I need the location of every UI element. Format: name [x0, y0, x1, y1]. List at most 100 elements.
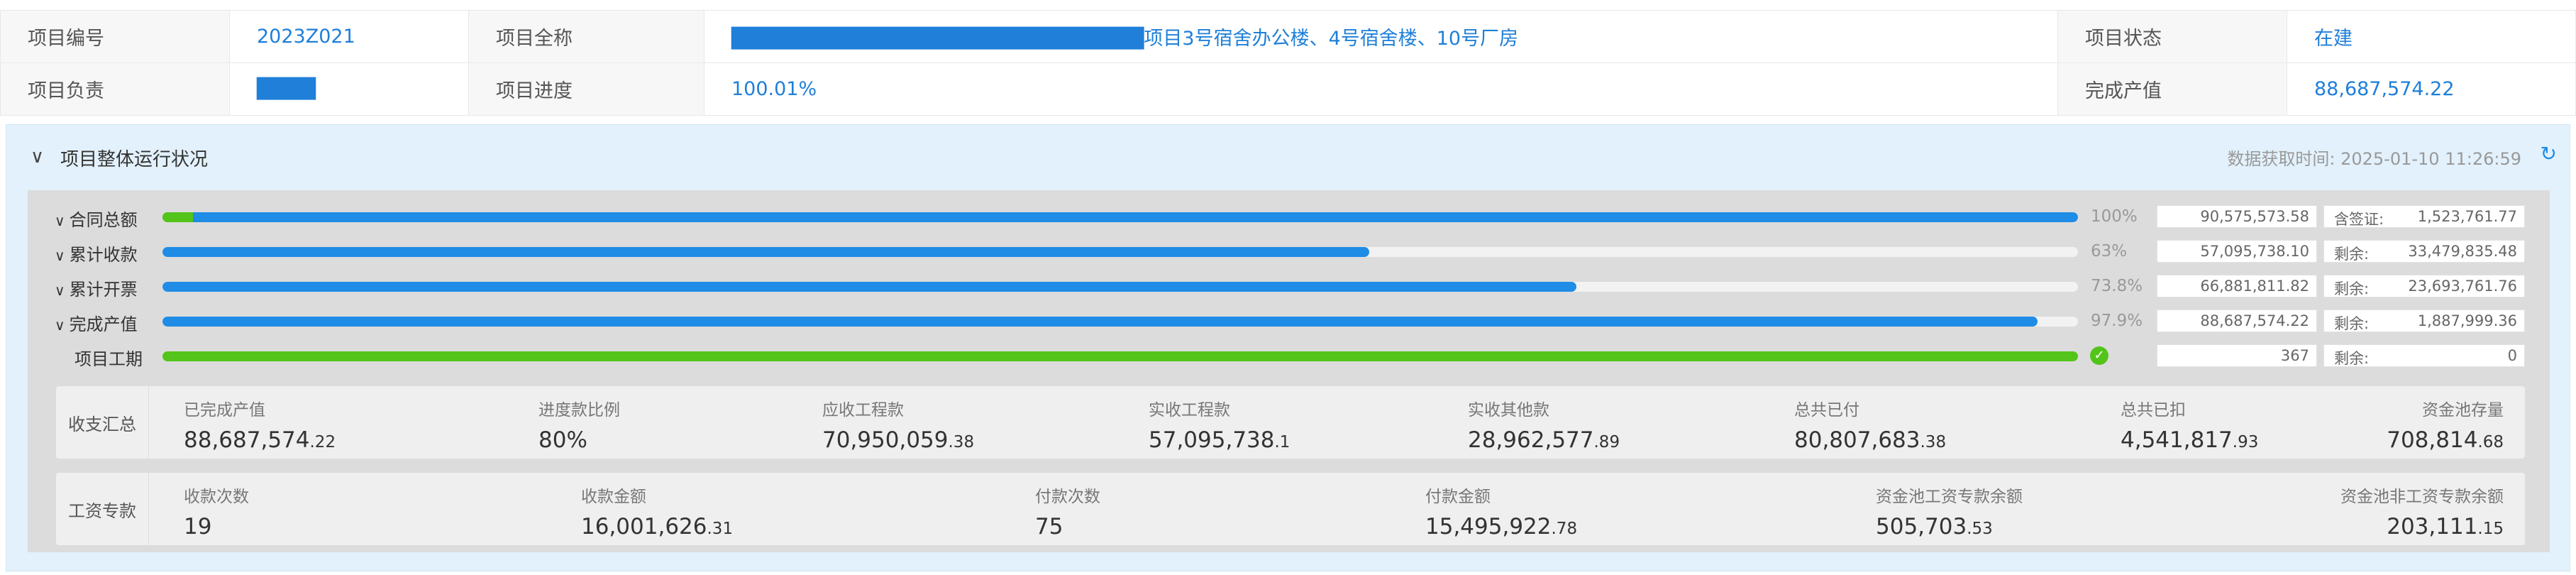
row-side-amount: 0	[2507, 347, 2517, 364]
project-code-value[interactable]: 2023Z021	[229, 10, 469, 63]
metric: 收款金额 16,001,626.31	[581, 483, 733, 540]
row-label-text: 完成产值	[69, 314, 138, 334]
metric-label: 总共已扣	[2121, 401, 2186, 420]
row-side-value: 剩余: 33,479,835.48	[2323, 240, 2525, 263]
metric: 付款次数 75	[1035, 483, 1100, 540]
metric-value-dec: .53	[1967, 520, 1993, 538]
metric-value-dec: .15	[2477, 520, 2504, 538]
metric-value-dec: .68	[2477, 433, 2504, 451]
row-side-value: 剩余: 23,693,761.76	[2323, 275, 2525, 297]
chevron-down-icon[interactable]: ∨	[55, 317, 65, 334]
panel-title: 项目整体运行状况	[60, 149, 209, 170]
row-side-value: 剩余: 0	[2323, 344, 2525, 367]
row-label: 项目工期	[74, 345, 143, 370]
project-progress-label: 项目进度	[468, 62, 704, 116]
metric-value-int: 19	[184, 514, 212, 540]
fetch-time: 数据获取时间: 2025-01-10 11:26:59	[2227, 149, 2521, 169]
row-total-value: 367	[2157, 344, 2317, 367]
progress-fill	[162, 212, 2078, 222]
completed-output-value: 88,687,574.22	[2287, 62, 2576, 116]
row-label-text: 累计开票	[69, 280, 138, 300]
metric-value-int: 505,703	[1876, 514, 1967, 540]
metric-value-dec: .31	[707, 520, 734, 538]
metric-label: 应收工程款	[822, 401, 904, 420]
income-summary: 收支汇总 已完成产值 88,687,574.22 进度款比例 80% 应收工程款 70,95…	[56, 386, 2525, 459]
refresh-icon[interactable]: ↻	[2541, 142, 2557, 165]
metric-value-int: 80,807,683	[1794, 427, 1920, 453]
panel-header[interactable]: ∨ 项目整体运行状况 数据获取时间: 2025-01-10 11:26:59 ↻	[6, 125, 2570, 187]
metric-value: 19	[184, 514, 249, 540]
metric-value: 75	[1035, 514, 1100, 540]
wage-account-title: 工资专款	[56, 473, 149, 545]
metric-value-int: 75	[1035, 514, 1063, 540]
progress-fill	[162, 351, 2078, 361]
metric-value-dec: .1	[1274, 433, 1290, 451]
metric-value: 70,950,059.38	[822, 427, 974, 453]
metric: 总共已付 80,807,683.38	[1794, 396, 1946, 453]
metric-value-int: 15,495,922	[1425, 514, 1552, 540]
project-name-value[interactable]: ████████████████████████████项目3号宿舍办公楼、4号…	[704, 10, 2058, 63]
project-manager-value[interactable]: ████	[229, 62, 469, 116]
row-label[interactable]: ∨ 合同总额	[55, 206, 138, 231]
project-info-table: 项目编号 2023Z021 项目全称 █████████████████████…	[0, 10, 2576, 116]
metric: 已完成产值 88,687,574.22	[184, 396, 336, 453]
metric-label: 付款金额	[1425, 488, 1491, 506]
metric-label: 总共已付	[1794, 401, 1859, 420]
metric-label: 实收工程款	[1149, 401, 1230, 420]
chevron-down-icon[interactable]: ∨	[55, 282, 65, 299]
metric-value-dec: .22	[309, 433, 336, 451]
metric-value-int: 16,001,626	[581, 514, 707, 540]
metric-value: 88,687,574.22	[184, 427, 336, 453]
metric-value: 57,095,738.1	[1149, 427, 1290, 453]
check-circle-icon: ✓	[2090, 346, 2108, 365]
row-label-text: 累计收款	[69, 245, 138, 265]
project-name-label: 项目全称	[468, 10, 704, 63]
metric-label: 资金池非工资专款余额	[2340, 488, 2504, 506]
progress-percent: 63%	[2091, 242, 2128, 261]
metric-value-dec: .89	[1593, 433, 1620, 451]
metric-label: 收款次数	[184, 488, 249, 506]
row-side-value: 含签证: 1,523,761.77	[2323, 205, 2525, 228]
metric-value-int: 708,814	[2387, 427, 2478, 453]
metric-label: 资金池存量	[2422, 401, 2504, 420]
metric-value-dec: .93	[2232, 433, 2259, 451]
metric-label: 资金池工资专款余额	[1876, 488, 2023, 506]
row-side-amount: 23,693,761.76	[2408, 278, 2517, 295]
progress-track	[162, 247, 2078, 257]
metric: 收款次数 19	[184, 483, 249, 540]
row-total-value: 57,095,738.10	[2157, 240, 2317, 263]
project-manager-label: 项目负责	[0, 62, 230, 116]
metric: 资金池非工资专款余额 203,111.15	[2340, 483, 2504, 540]
metric-value: 28,962,577.89	[1468, 427, 1620, 453]
row-label[interactable]: ∨ 累计收款	[55, 241, 138, 265]
metric-value: 4,541,817.93	[2121, 427, 2258, 453]
row-side-value: 剩余: 1,887,999.36	[2323, 310, 2525, 332]
chevron-down-icon[interactable]: ∨	[31, 146, 44, 168]
project-status-label: 项目状态	[2057, 10, 2287, 63]
metric-value-int: 203,111	[2387, 514, 2478, 540]
row-side-amount: 33,479,835.48	[2408, 243, 2517, 260]
income-summary-title: 收支汇总	[56, 386, 149, 459]
metric-label: 付款次数	[1035, 488, 1100, 506]
row-total-value: 88,687,574.22	[2157, 310, 2317, 332]
progress-fill	[162, 282, 1576, 292]
metric-value: 15,495,922.78	[1425, 514, 1577, 540]
metric: 实收工程款 57,095,738.1	[1149, 396, 1290, 453]
project-progress-value: 100.01%	[704, 62, 2058, 116]
progress-fill-green	[162, 212, 194, 222]
chevron-down-icon[interactable]: ∨	[55, 212, 65, 229]
metric-value-int: 28,962,577	[1468, 427, 1594, 453]
row-side-key: 剩余:	[2334, 315, 2370, 332]
row-label[interactable]: ∨ 完成产值	[55, 310, 138, 335]
row-label[interactable]: ∨ 累计开票	[55, 275, 138, 300]
progress-area: ∨ 合同总额 100% 90,575,573.58 含签证: 1,523,761.77 ∨ 累…	[28, 190, 2550, 552]
progress-row: ∨ 累计收款 63% 57,095,738.10 剩余: 33,479,835.48	[28, 238, 2550, 266]
overall-status-panel: ∨ 项目整体运行状况 数据获取时间: 2025-01-10 11:26:59 ↻…	[6, 124, 2570, 571]
chevron-down-icon[interactable]: ∨	[55, 247, 65, 264]
progress-row: 项目工期 ✓ 367 剩余: 0	[28, 342, 2550, 371]
progress-track	[162, 212, 2078, 222]
progress-row: ∨ 完成产值 97.9% 88,687,574.22 剩余: 1,887,999.36	[28, 307, 2550, 336]
progress-percent: 100%	[2091, 207, 2138, 226]
row-side-key: 剩余:	[2334, 280, 2370, 297]
metric-value: 505,703.53	[1876, 514, 2023, 540]
